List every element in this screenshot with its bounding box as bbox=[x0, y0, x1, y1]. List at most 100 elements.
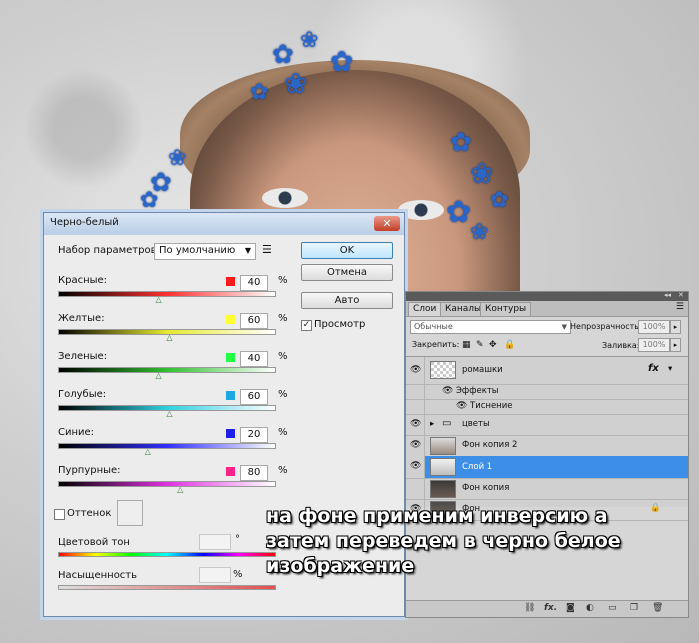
reds-value-input[interactable]: 40 bbox=[240, 275, 268, 291]
blues-value-input[interactable]: 20 bbox=[240, 427, 268, 443]
lock-transparent-icon[interactable]: ▦ bbox=[462, 340, 471, 350]
preview-checkbox[interactable]: ✓ bbox=[301, 320, 312, 331]
yellows-label: Желтые: bbox=[58, 313, 105, 324]
close-button[interactable]: ✕ bbox=[374, 216, 400, 231]
visibility-cell[interactable]: 👁 bbox=[406, 456, 425, 478]
cyans-value-input[interactable]: 60 bbox=[240, 389, 268, 405]
fx-icon[interactable]: fx bbox=[648, 363, 659, 374]
blues-label: Синие: bbox=[58, 427, 95, 438]
lock-move-icon[interactable]: ✥ bbox=[489, 340, 497, 350]
visibility-cell[interactable]: 👁 bbox=[406, 435, 425, 456]
lock-all-icon[interactable]: 🔒 bbox=[504, 340, 515, 350]
eye-icon[interactable]: 👁 bbox=[442, 386, 453, 396]
expand-arrow-icon[interactable]: ▸ bbox=[430, 419, 434, 429]
effects-row[interactable]: 👁 Эффекты bbox=[406, 384, 688, 400]
eye-icon[interactable]: 👁 bbox=[410, 419, 421, 429]
cyans-slider-thumb[interactable]: △ bbox=[166, 409, 172, 418]
close-icon[interactable]: ✕ bbox=[678, 291, 684, 299]
visibility-cell[interactable]: 👁 bbox=[406, 357, 425, 384]
auto-button[interactable]: Авто bbox=[301, 292, 393, 309]
adjustment-icon[interactable]: ◐ bbox=[586, 603, 594, 613]
layer-row-fon-kopiya[interactable]: Фон копия bbox=[406, 478, 688, 500]
fill-arrow-icon[interactable]: ▸ bbox=[670, 338, 681, 352]
tutorial-caption: на фоне применим инверсию а затем переве… bbox=[266, 505, 621, 577]
tint-label: Оттенок bbox=[67, 508, 112, 519]
panel-menu-icon[interactable]: ☰ bbox=[676, 302, 684, 312]
layer-name[interactable]: Слой 1 bbox=[462, 462, 492, 472]
greens-value-input[interactable]: 40 bbox=[240, 351, 268, 367]
effect-name[interactable]: Тиснение bbox=[470, 401, 513, 411]
layer-row-romashki[interactable]: 👁 ромашки fx ▾ bbox=[406, 357, 688, 385]
yellows-value-input[interactable]: 60 bbox=[240, 313, 268, 329]
effect-row-emboss[interactable]: 👁 Тиснение bbox=[406, 399, 688, 415]
saturation-input[interactable] bbox=[199, 567, 231, 583]
new-group-icon[interactable]: ▭ bbox=[608, 603, 617, 613]
saturation-unit: % bbox=[233, 569, 243, 580]
mask-icon[interactable]: ◙ bbox=[566, 603, 575, 613]
blend-mode-select[interactable]: Обычные ▼ bbox=[410, 320, 571, 334]
layer-row-fon-kopiya-2[interactable]: 👁 Фон копия 2 bbox=[406, 435, 688, 457]
flower-decoration: ❀ bbox=[470, 157, 494, 190]
tint-color-swatch[interactable] bbox=[117, 500, 143, 526]
reds-slider[interactable] bbox=[58, 291, 276, 297]
layer-name[interactable]: Фон копия 2 bbox=[462, 440, 517, 450]
visibility-cell[interactable]: 👁 bbox=[406, 414, 425, 435]
tab-paths[interactable]: Контуры bbox=[480, 302, 532, 316]
blues-percent-sign: % bbox=[278, 427, 288, 438]
new-layer-icon[interactable]: ❐ bbox=[630, 603, 638, 613]
hue-unit: ° bbox=[235, 534, 240, 545]
layer-name[interactable]: цветы bbox=[462, 419, 490, 429]
tab-layers[interactable]: Слои bbox=[408, 302, 442, 316]
photo-eye-left bbox=[262, 188, 308, 208]
saturation-slider[interactable] bbox=[58, 585, 276, 590]
blues-slider-thumb[interactable]: △ bbox=[145, 447, 151, 456]
lock-brush-icon[interactable]: ✎ bbox=[476, 340, 484, 350]
tint-checkbox[interactable] bbox=[54, 509, 65, 520]
preset-select[interactable]: По умолчанию ▼ bbox=[154, 243, 256, 260]
panel-header[interactable]: ◂◂ ✕ bbox=[406, 291, 688, 301]
flower-decoration: ❀ bbox=[470, 220, 489, 245]
dialog-titlebar[interactable]: Черно-белый ✕ bbox=[44, 213, 404, 235]
reds-slider-thumb[interactable]: △ bbox=[156, 295, 162, 304]
chevron-down-icon: ▼ bbox=[561, 323, 567, 331]
fx-icon[interactable]: fx. bbox=[544, 603, 557, 613]
trash-icon[interactable]: 🗑 bbox=[652, 603, 663, 613]
greens-slider-thumb[interactable]: △ bbox=[156, 371, 162, 380]
panel-footer: ⛓ fx. ◙ ◐ ▭ ❐ 🗑 bbox=[406, 600, 688, 617]
eye-icon[interactable]: 👁 bbox=[410, 461, 421, 471]
greens-slider[interactable] bbox=[58, 367, 276, 373]
collapse-arrow-icon[interactable]: ▾ bbox=[668, 364, 672, 374]
magentas-slider[interactable] bbox=[58, 481, 276, 487]
yellows-slider-thumb[interactable]: △ bbox=[166, 333, 172, 342]
eye-icon[interactable]: 👁 bbox=[410, 365, 421, 375]
blues-slider[interactable] bbox=[58, 443, 276, 449]
flower-decoration: ✿ bbox=[250, 80, 269, 105]
preset-menu-icon[interactable]: ☰ bbox=[262, 243, 272, 256]
ok-button[interactable]: OK bbox=[301, 242, 393, 259]
effects-label[interactable]: Эффекты bbox=[456, 386, 499, 396]
layer-name[interactable]: Фон копия bbox=[462, 483, 509, 493]
link-icon[interactable]: ⛓ bbox=[524, 603, 535, 613]
blend-mode-value: Обычные bbox=[414, 322, 453, 331]
fill-input[interactable]: 100% bbox=[638, 338, 670, 352]
collapse-icon[interactable]: ◂◂ bbox=[664, 291, 671, 299]
opacity-arrow-icon[interactable]: ▸ bbox=[670, 320, 681, 334]
eye-icon[interactable]: 👁 bbox=[456, 401, 467, 411]
layer-name[interactable]: ромашки bbox=[462, 365, 503, 375]
opacity-input[interactable]: 100% bbox=[638, 320, 670, 334]
eye-icon[interactable]: 👁 bbox=[410, 440, 421, 450]
yellows-percent-sign: % bbox=[278, 313, 288, 324]
cancel-button[interactable]: Отмена bbox=[301, 264, 393, 281]
hue-input[interactable] bbox=[199, 534, 231, 550]
preset-value: По умолчанию bbox=[159, 245, 236, 256]
hue-slider[interactable] bbox=[58, 552, 276, 557]
magentas-label: Пурпурные: bbox=[58, 465, 121, 476]
flower-decoration: ❀ bbox=[300, 28, 319, 53]
magentas-value-input[interactable]: 80 bbox=[240, 465, 268, 481]
flower-decoration: ✿ bbox=[450, 128, 472, 158]
layer-row-sloy-1[interactable]: 👁 Слой 1 bbox=[406, 456, 688, 479]
visibility-cell[interactable] bbox=[406, 478, 425, 499]
flower-decoration: ✿ bbox=[446, 195, 472, 230]
layer-row-group-tsvety[interactable]: 👁 ▸ ▭ цветы bbox=[406, 414, 688, 436]
magentas-slider-thumb[interactable]: △ bbox=[177, 485, 183, 494]
